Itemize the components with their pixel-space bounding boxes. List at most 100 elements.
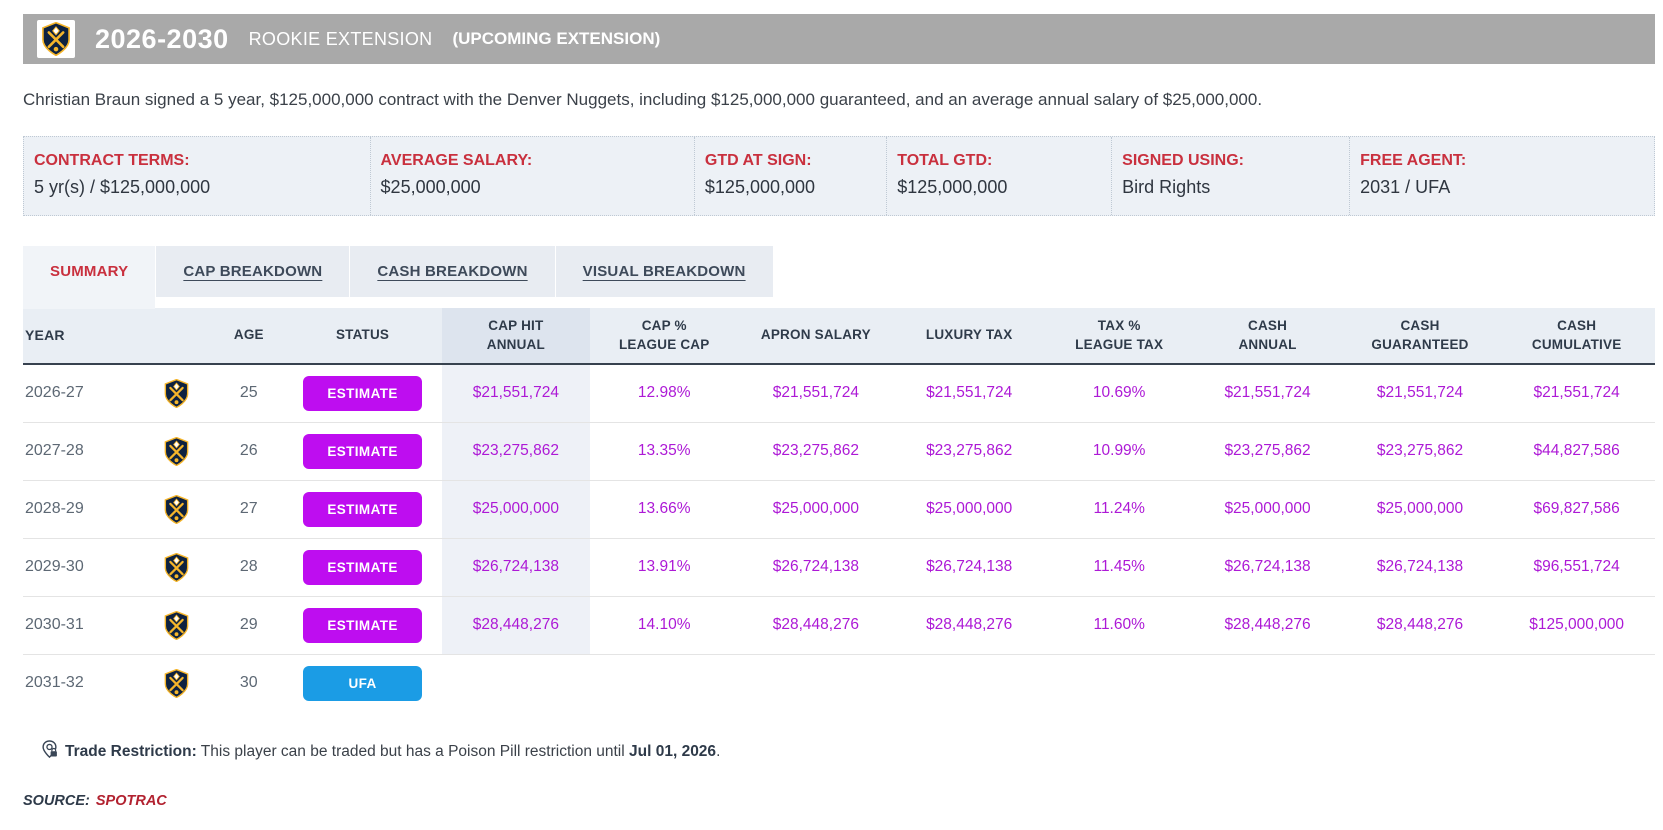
term-value: $125,000,000 <box>897 177 1103 198</box>
trade-restriction-note: Trade Restriction: This player can be tr… <box>41 740 1655 761</box>
status-badge: ESTIMATE <box>303 608 422 643</box>
term-label: FREE AGENT: <box>1360 152 1646 170</box>
contract-terms-strip: CONTRACT TERMS: 5 yr(s) / $125,000,000 A… <box>23 136 1655 216</box>
term-average-salary: AVERAGE SALARY: $25,000,000 <box>370 137 694 215</box>
col-apron-salary: APRON SALARY <box>738 308 893 364</box>
table-row: 2027-28 26 ESTIMATE $23,275,862 13.35% $… <box>23 422 1655 480</box>
header-team-logo-slot <box>41 22 71 56</box>
team-logo-cell <box>138 654 214 712</box>
contract-upcoming-note: (UPCOMING EXTENSION) <box>452 29 660 49</box>
contract-summary-table: YEAR AGE STATUS CAP HITANNUAL CAP %LEAGU… <box>23 308 1655 712</box>
nuggets-team-logo-icon <box>41 22 71 56</box>
year-cell: 2031-32 <box>23 654 138 712</box>
age-cell: 26 <box>214 422 283 480</box>
age-cell: 28 <box>214 538 283 596</box>
cash-guaranteed-cell: $28,448,276 <box>1342 596 1499 654</box>
cash-guaranteed-cell: $21,551,724 <box>1342 364 1499 422</box>
cash-annual-cell: $23,275,862 <box>1193 422 1341 480</box>
nuggets-team-logo-icon <box>164 611 189 640</box>
term-value: $25,000,000 <box>381 177 686 198</box>
cash-guaranteed-cell: $23,275,862 <box>1342 422 1499 480</box>
trade-restriction-suffix: . <box>716 743 720 760</box>
contract-type-label: ROOKIE EXTENSION <box>249 29 433 50</box>
cash-cumulative-cell: $44,827,586 <box>1498 422 1655 480</box>
table-row: 2031-32 30 UFA <box>23 654 1655 712</box>
year-cell: 2029-30 <box>23 538 138 596</box>
col-status: STATUS <box>283 308 441 364</box>
term-value: 5 yr(s) / $125,000,000 <box>34 177 362 198</box>
contract-years: 2026-2030 <box>95 24 229 55</box>
cash-annual-cell: $26,724,138 <box>1193 538 1341 596</box>
cash-annual-cell: $25,000,000 <box>1193 480 1341 538</box>
status-badge: ESTIMATE <box>303 434 422 469</box>
cap-hit-annual-cell: $23,275,862 <box>442 422 590 480</box>
status-badge: ESTIMATE <box>303 376 422 411</box>
term-value: $125,000,000 <box>705 177 878 198</box>
col-year: YEAR <box>23 308 138 364</box>
age-cell: 25 <box>214 364 283 422</box>
tab-visual-breakdown[interactable]: VISUAL BREAKDOWN <box>555 246 773 297</box>
term-contract-terms: CONTRACT TERMS: 5 yr(s) / $125,000,000 <box>24 137 370 215</box>
trade-restriction-text: This player can be traded but has a Pois… <box>197 743 629 760</box>
status-cell: ESTIMATE <box>283 364 441 422</box>
status-cell: ESTIMATE <box>283 538 441 596</box>
status-badge: ESTIMATE <box>303 550 422 585</box>
nuggets-team-logo-icon <box>164 437 189 466</box>
source-line: SOURCE:SPOTRAC <box>23 793 1655 809</box>
source-spotrac-link[interactable]: SPOTRAC <box>96 793 167 809</box>
apron-salary-cell: $28,448,276 <box>738 596 893 654</box>
cap-hit-annual-cell: $25,000,000 <box>442 480 590 538</box>
cap-pct-league-cap-cell: 12.98% <box>590 364 738 422</box>
luxury-tax-cell: $28,448,276 <box>893 596 1045 654</box>
cash-guaranteed-cell: $25,000,000 <box>1342 480 1499 538</box>
age-cell: 27 <box>214 480 283 538</box>
team-logo-cell <box>138 480 214 538</box>
tab-cash-breakdown[interactable]: CASH BREAKDOWN <box>349 246 554 297</box>
term-label: AVERAGE SALARY: <box>381 152 686 170</box>
cap-pct-league-cap-cell <box>590 654 738 712</box>
team-logo-box <box>37 20 75 58</box>
tab-cap-breakdown[interactable]: CAP BREAKDOWN <box>155 246 349 297</box>
term-value: 2031 / UFA <box>1360 177 1646 198</box>
apron-salary-cell: $21,551,724 <box>738 364 893 422</box>
table-row: 2029-30 28 ESTIMATE $26,724,138 13.91% $… <box>23 538 1655 596</box>
breakdown-tabs: SUMMARY CAP BREAKDOWN CASH BREAKDOWN VIS… <box>23 246 773 297</box>
tab-summary[interactable]: SUMMARY <box>23 246 155 297</box>
term-total-gtd: TOTAL GTD: $125,000,000 <box>886 137 1111 215</box>
status-badge: ESTIMATE <box>303 492 422 527</box>
tax-pct-league-tax-cell <box>1045 654 1193 712</box>
year-cell: 2027-28 <box>23 422 138 480</box>
nuggets-team-logo-icon <box>164 553 189 582</box>
tax-pct-league-tax-cell: 10.99% <box>1045 422 1193 480</box>
team-logo-cell <box>138 596 214 654</box>
cap-hit-annual-cell: $21,551,724 <box>442 364 590 422</box>
team-logo-cell <box>138 538 214 596</box>
team-logo-cell <box>138 422 214 480</box>
col-team-logo <box>138 308 214 364</box>
age-cell: 29 <box>214 596 283 654</box>
year-cell: 2030-31 <box>23 596 138 654</box>
col-cash-cumulative: CASHCUMULATIVE <box>1498 308 1655 364</box>
status-cell: ESTIMATE <box>283 596 441 654</box>
cap-pct-league-cap-cell: 13.35% <box>590 422 738 480</box>
trade-restriction-pin-lock-icon <box>41 740 58 759</box>
status-cell: ESTIMATE <box>283 422 441 480</box>
team-logo-cell <box>138 364 214 422</box>
cash-guaranteed-cell: $26,724,138 <box>1342 538 1499 596</box>
trade-restriction-date: Jul 01, 2026 <box>629 743 716 760</box>
cash-cumulative-cell: $21,551,724 <box>1498 364 1655 422</box>
nuggets-team-logo-icon <box>164 379 189 408</box>
contract-page: 2026-2030 ROOKIE EXTENSION (UPCOMING EXT… <box>0 0 1663 829</box>
col-cash-guaranteed: CASHGUARANTEED <box>1342 308 1499 364</box>
cash-cumulative-cell <box>1498 654 1655 712</box>
col-cash-annual: CASHANNUAL <box>1193 308 1341 364</box>
col-age: AGE <box>214 308 283 364</box>
table-row: 2026-27 25 ESTIMATE $21,551,724 12.98% $… <box>23 364 1655 422</box>
col-luxury-tax: LUXURY TAX <box>893 308 1045 364</box>
tax-pct-league-tax-cell: 11.24% <box>1045 480 1193 538</box>
tax-pct-league-tax-cell: 11.45% <box>1045 538 1193 596</box>
luxury-tax-cell: $26,724,138 <box>893 538 1045 596</box>
cap-pct-league-cap-cell: 13.66% <box>590 480 738 538</box>
year-cell: 2026-27 <box>23 364 138 422</box>
age-cell: 30 <box>214 654 283 712</box>
